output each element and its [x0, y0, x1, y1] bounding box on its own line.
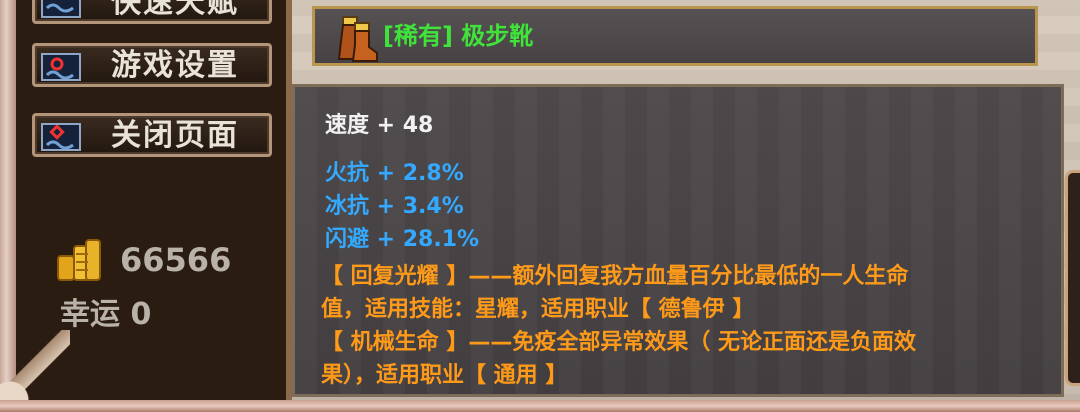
- gold-amount: 66566: [120, 241, 232, 279]
- close-page-icon: [41, 123, 81, 151]
- stat-fire-resist: 火抗 + 2.8%: [325, 161, 464, 186]
- gold-coins-icon: [57, 239, 101, 281]
- close-page-label: 关闭页面: [111, 118, 239, 153]
- stat-dodge: 闪避 + 28.1%: [325, 227, 480, 252]
- gear-icon: [41, 53, 81, 81]
- game-settings-label: 游戏设置: [111, 48, 239, 83]
- game-settings-button[interactable]: 游戏设置: [32, 43, 272, 87]
- luck-value: 幸运 0: [60, 297, 152, 332]
- skill-description-1-line-1: 【 回复光耀 】——额外回复我方血量百分比最低的一人生命: [321, 264, 909, 289]
- item-name: [稀有] 极步靴: [383, 22, 534, 50]
- boots-icon: [337, 16, 378, 62]
- quick-talent-button[interactable]: 快速天赋: [32, 0, 272, 24]
- bottom-frame-border: [0, 400, 1080, 412]
- talent-icon: [41, 0, 81, 18]
- skill-description-2-line-1: 【 机械生命 】——免疫全部异常效果（ 无论正面还是负面效: [321, 330, 916, 355]
- stat-ice-resist: 冰抗 + 3.4%: [325, 194, 464, 219]
- item-header: [稀有] 极步靴: [312, 6, 1038, 66]
- item-stats-panel: 速度 + 48 火抗 + 2.8% 冰抗 + 3.4% 闪避 + 28.1% 【…: [292, 84, 1064, 397]
- skill-description-2-line-2: 果），适用职业【 通用 】: [321, 363, 568, 388]
- close-page-button[interactable]: 关闭页面: [32, 113, 272, 157]
- stat-speed: 速度 + 48: [325, 113, 434, 138]
- side-tab[interactable]: [1065, 170, 1080, 386]
- quick-talent-label: 快速天赋: [111, 0, 239, 20]
- skill-description-1-line-2: 值，适用技能：星耀，适用职业【 德鲁伊 】: [321, 297, 755, 322]
